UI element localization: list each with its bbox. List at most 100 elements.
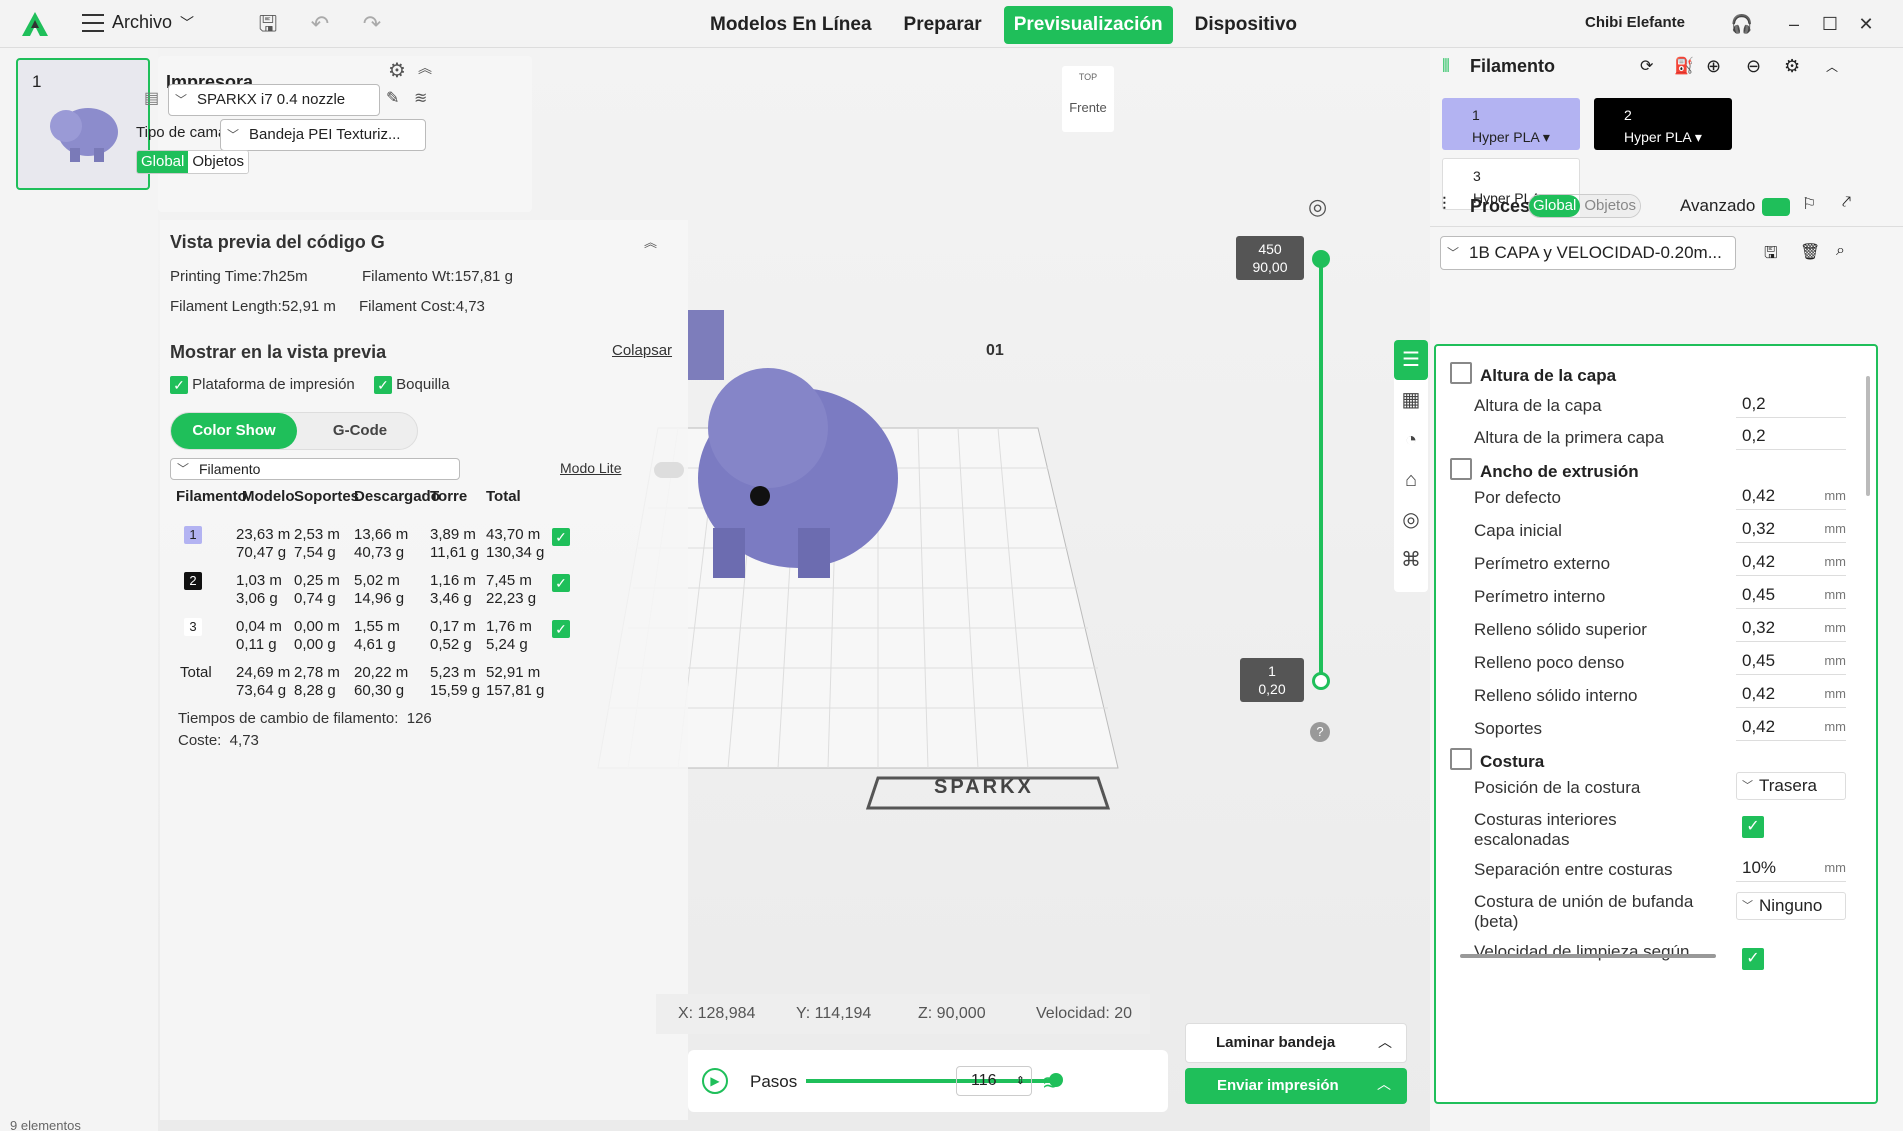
share-icon[interactable]: ⤤ (1842, 194, 1851, 212)
user-name[interactable]: Chibi Elefante (1585, 14, 1685, 31)
view-cube[interactable]: TOP Frente (1062, 66, 1114, 132)
filament-dropdown[interactable]: Filamento (170, 458, 460, 480)
row-visibility-checkbox[interactable]: ✓ (552, 620, 570, 638)
strength-icon[interactable]: ▦ (1394, 380, 1428, 420)
plate-checkbox[interactable]: ✓ Plataforma de impresión (170, 376, 355, 395)
param-label: Por defecto (1474, 488, 1561, 507)
collapse-icon[interactable]: ︽ (644, 232, 657, 251)
process-preset-select[interactable]: 1B CAPA y VELOCIDAD-0.20m... (1440, 236, 1736, 270)
lite-mode-link[interactable]: Modo Lite (560, 460, 621, 476)
seam-position-select[interactable]: Trasera (1736, 772, 1846, 800)
lite-mode-toggle[interactable] (654, 462, 684, 478)
width-sparse-input[interactable]: 0,45 mm (1736, 647, 1846, 675)
multimaterial-icon[interactable]: ◎ (1394, 500, 1428, 540)
slice-button[interactable]: Laminar bandeja (1216, 1034, 1335, 1051)
row-visibility-checkbox[interactable]: ✓ (552, 574, 570, 592)
undo-icon[interactable]: ↶ (308, 12, 332, 36)
app-logo-icon[interactable] (20, 10, 50, 38)
layers-icon[interactable]: ≋ (1042, 1070, 1059, 1095)
layer-slider-bottom-handle[interactable] (1312, 672, 1330, 690)
view-cube-front[interactable]: Frente (1062, 100, 1114, 115)
send-print-button[interactable]: Enviar impresión (1217, 1077, 1339, 1094)
first-layer-height-input[interactable]: 0,2 (1736, 422, 1846, 450)
printer-select[interactable]: SPARKX i7 0.4 nozzle (168, 84, 380, 116)
scope-global[interactable]: Global (137, 151, 189, 173)
layer-height-input[interactable]: 0,2 (1736, 390, 1846, 418)
divider (1430, 226, 1903, 227)
nozzle-checkbox[interactable]: ✓ Boquilla (374, 376, 450, 395)
param-label: Altura de la capa (1474, 396, 1602, 415)
vertical-scrollbar[interactable] (1866, 376, 1870, 496)
close-icon[interactable]: ✕ (1852, 10, 1880, 38)
param-value: 10% (1742, 858, 1777, 877)
sync-icon[interactable]: ⟳ (1640, 56, 1653, 76)
redo-icon[interactable]: ↷ (360, 12, 384, 36)
filament-slot-1[interactable]: 1 Hyper PLA ▾ (1442, 98, 1580, 150)
scope-objects[interactable]: Objetos (188, 151, 249, 173)
nozzle-icon[interactable]: ⛽ (1674, 56, 1694, 76)
gear-icon[interactable]: ⚙ (388, 58, 406, 83)
collapse-link[interactable]: Colapsar (612, 342, 672, 359)
width-internal-solid-input[interactable]: 0,42 mm (1736, 680, 1846, 708)
remove-icon[interactable]: ⊖ (1746, 56, 1761, 77)
tab-preparar[interactable]: Preparar (894, 6, 992, 44)
support-icon[interactable]: ⌂ (1394, 460, 1428, 500)
badge-icon[interactable]: ⚐ (1802, 194, 1816, 214)
gcode-button[interactable]: G-Code (301, 413, 419, 449)
view-cube-top[interactable]: TOP (1062, 72, 1114, 82)
help-icon[interactable]: ? (1310, 722, 1330, 742)
wifi-icon[interactable]: ≋ (414, 88, 427, 108)
others-icon[interactable]: ⌘ (1394, 540, 1428, 580)
layer-slider-top-handle[interactable] (1312, 250, 1330, 268)
chevron-up-icon[interactable]: ︿ (1377, 1074, 1391, 1094)
width-default-input[interactable]: 0,42 mm (1736, 482, 1846, 510)
gear-icon[interactable]: ⚙ (1784, 56, 1800, 77)
steps-input[interactable]: 116 ⇕ (956, 1066, 1032, 1096)
save-icon[interactable]: 🖫 (1764, 242, 1778, 269)
plate-label: 01 (986, 342, 1004, 359)
add-icon[interactable]: ⊕ (1706, 56, 1721, 77)
collapse-icon[interactable]: ︽ (418, 58, 432, 78)
horizontal-scrollbar[interactable] (1460, 954, 1716, 958)
width-outer-input[interactable]: 0,42 mm (1736, 548, 1846, 576)
table-cell: 2,53 m 7,54 g (294, 526, 340, 561)
width-inner-input[interactable]: 0,45 mm (1736, 581, 1846, 609)
advanced-toggle[interactable] (1762, 198, 1790, 216)
tab-dispositivo[interactable]: Dispositivo (1185, 6, 1307, 44)
elephant-thumbnail-icon (50, 108, 118, 162)
bed-type-select[interactable]: Bandeja PEI Texturiz... (220, 119, 426, 151)
scope-objects[interactable]: Objetos (1580, 195, 1641, 217)
maximize-icon[interactable]: ☐ (1816, 10, 1844, 38)
color-show-button[interactable]: Color Show (171, 413, 297, 449)
scarf-seam-select[interactable]: Ninguno (1736, 892, 1846, 920)
seam-gap-input[interactable]: 10% mm (1736, 854, 1846, 882)
wipe-speed-checkbox[interactable]: ✓ (1742, 948, 1764, 970)
width-initial-input[interactable]: 0,32 mm (1736, 515, 1846, 543)
target-icon[interactable]: ◎ (1308, 194, 1327, 220)
chevron-up-icon[interactable]: ︿ (1378, 1032, 1392, 1052)
delete-icon[interactable]: 🗑 (1800, 242, 1820, 262)
quality-icon[interactable]: ☰ (1394, 340, 1428, 380)
speed-icon[interactable]: ◔ (1394, 420, 1428, 460)
unit-label: mm (1824, 587, 1846, 602)
plate-thumbnail[interactable]: 1 (16, 58, 150, 190)
play-icon[interactable]: ▶ (702, 1068, 728, 1094)
search-icon[interactable]: ⌕ (1836, 242, 1845, 260)
save-icon[interactable]: 🖫 (256, 12, 280, 36)
file-menu[interactable]: Archivo ﹀ (82, 12, 194, 33)
minimize-icon[interactable]: – (1780, 10, 1808, 38)
row-visibility-checkbox[interactable]: ✓ (552, 528, 570, 546)
tab-previsualizacion[interactable]: Previsualización (1003, 6, 1173, 44)
staggered-seams-checkbox[interactable]: ✓ (1742, 816, 1764, 838)
width-top-solid-input[interactable]: 0,32 mm (1736, 614, 1846, 642)
edit-icon[interactable]: ✎ (386, 88, 399, 108)
checkbox-checked-icon: ✓ (374, 376, 392, 395)
width-support-input[interactable]: 0,42 mm (1736, 713, 1846, 741)
stepper-icon[interactable]: ⇕ (1016, 1067, 1025, 1095)
layer-slider-track[interactable] (1319, 258, 1323, 682)
headset-icon[interactable]: 🎧 (1728, 10, 1756, 38)
filament-slot-2[interactable]: 2 Hyper PLA ▾ (1594, 98, 1732, 150)
collapse-icon[interactable]: ︿ (1826, 58, 1838, 75)
scope-global[interactable]: Global (1529, 195, 1581, 217)
tab-modelos[interactable]: Modelos En Línea (700, 6, 882, 44)
